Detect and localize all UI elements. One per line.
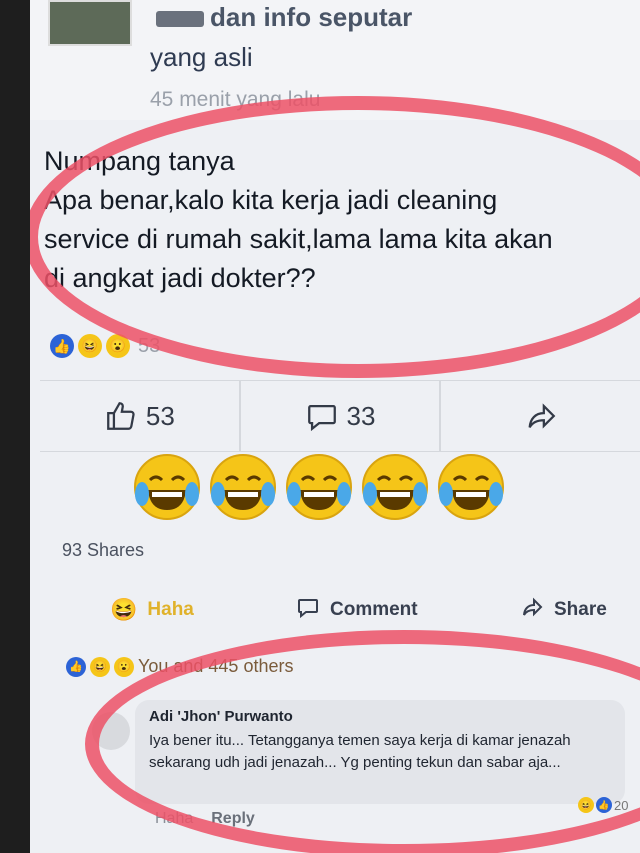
reaction-count: 53 [138, 334, 161, 357]
reaction-summary[interactable]: 👍 😆 😮 53 [50, 334, 160, 358]
reactors-text: You and 445 others [138, 656, 294, 676]
haha-button[interactable]: 😆 Haha [110, 597, 194, 623]
comment-haha-link[interactable]: Haha [155, 810, 193, 828]
reactors-summary[interactable]: 👍 😆 😮 You and 445 others [66, 656, 293, 677]
share-arrow-icon [524, 399, 558, 433]
speech-bubble-icon [305, 399, 339, 433]
thumbs-up-icon: 👍 [50, 334, 74, 358]
laugh-emoji-icon: 😆 [110, 597, 138, 622]
laugh-emoji-icon [210, 454, 276, 520]
haha-label: Haha [147, 599, 194, 620]
comment-text: Iya bener itu... Tetangganya temen saya … [149, 732, 571, 771]
thumbs-up-outline-icon [104, 399, 138, 433]
post-timestamp: 45 menit yang lalu [150, 88, 321, 111]
share-count[interactable]: 93 Shares [62, 540, 144, 561]
laugh-emoji-row [132, 452, 506, 522]
share-button[interactable] [441, 381, 640, 451]
comment-react-count: 20 [614, 797, 629, 813]
share-label: Share [554, 599, 607, 620]
comment-reaction-count[interactable]: 😆 👍 20 [578, 797, 628, 813]
wow-emoji-icon: 😮 [106, 334, 130, 358]
comment-bubble: Adi 'Jhon' Purwanto Iya bener itu... Tet… [135, 700, 625, 804]
action-bar: 53 33 [40, 380, 640, 452]
laugh-emoji-icon [286, 454, 352, 520]
page-name[interactable]: dan info seputar [150, 2, 412, 33]
post-header: dan info seputar yang asli 45 menit yang… [30, 0, 640, 120]
thumbs-up-icon: 👍 [596, 797, 612, 813]
laugh-emoji-icon [438, 454, 504, 520]
comment-footer: Haha Reply [155, 810, 255, 828]
comment-button[interactable]: Comment [296, 595, 418, 625]
bottom-action-bar: 😆 Haha Comment Share [40, 590, 640, 630]
share-action-button[interactable]: Share [520, 595, 607, 625]
reply-link[interactable]: Reply [211, 810, 255, 828]
comment-count-button[interactable]: 33 [241, 381, 442, 451]
share-arrow-icon [520, 595, 544, 625]
commenter-name[interactable]: Adi 'Jhon' Purwanto [149, 708, 293, 725]
laugh-emoji-icon: 😆 [90, 656, 110, 677]
speech-bubble-icon [296, 595, 320, 625]
laugh-emoji-icon: 😆 [78, 334, 102, 358]
like-count: 53 [145, 400, 175, 431]
comment-label: Comment [330, 599, 418, 620]
comment-count: 33 [346, 400, 376, 431]
thumbs-up-icon: 👍 [66, 656, 86, 677]
page-name-continued[interactable]: yang asli [150, 42, 253, 73]
commenter-avatar[interactable] [92, 712, 130, 750]
post-text: Numpang tanya Apa benar,kalo kita kerja … [44, 146, 553, 293]
laugh-emoji-icon [362, 454, 428, 520]
page-avatar[interactable] [48, 0, 132, 46]
page-name-text: dan info seputar [210, 2, 413, 32]
wow-emoji-icon: 😮 [114, 656, 134, 677]
like-button[interactable]: 53 [40, 381, 241, 451]
laugh-emoji-icon [134, 454, 200, 520]
blurred-name [156, 11, 204, 28]
laugh-emoji-icon: 😆 [578, 797, 594, 813]
phone-screen: dan info seputar yang asli 45 menit yang… [30, 0, 640, 853]
